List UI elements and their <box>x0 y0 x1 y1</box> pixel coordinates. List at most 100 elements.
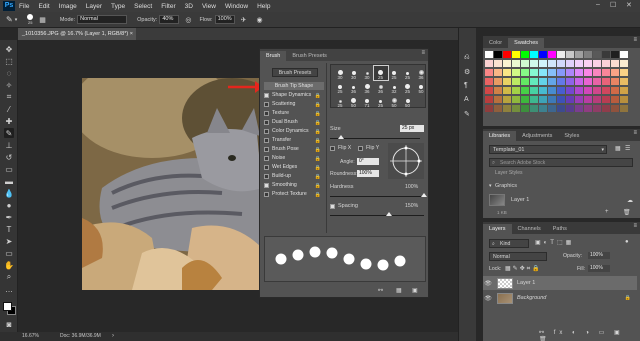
history-brush-tool-icon[interactable]: ↺ <box>4 152 14 162</box>
color-swatch[interactable] <box>521 69 529 76</box>
color-swatch[interactable] <box>512 60 520 67</box>
color-swatch[interactable] <box>575 87 583 94</box>
color-swatch[interactable] <box>539 69 547 76</box>
mode-select[interactable]: Normal <box>77 15 128 24</box>
color-swatch[interactable] <box>548 105 556 112</box>
brush-tip-grid[interactable]: 30 30 30 25 25 25 36 25 36 36 36 32 25 50 25 50 71 25 50 50 <box>330 64 426 108</box>
color-swatch[interactable] <box>602 60 610 67</box>
color-swatch[interactable] <box>494 96 502 103</box>
paragraph-icon[interactable]: ¶ <box>464 82 468 89</box>
menu-type[interactable]: Type <box>111 3 125 10</box>
color-swatch[interactable] <box>530 78 538 85</box>
wet-edges-checkbox[interactable] <box>264 164 269 170</box>
color-swatch[interactable] <box>530 60 538 67</box>
brush-tip-thumbnail[interactable]: 36 <box>347 80 361 94</box>
protect-texture-checkbox[interactable] <box>264 191 269 197</box>
color-swatch[interactable] <box>530 51 538 58</box>
color-swatch[interactable] <box>620 105 628 112</box>
color-swatch[interactable] <box>593 60 601 67</box>
color-swatch[interactable] <box>611 60 619 67</box>
color-swatch[interactable] <box>620 69 628 76</box>
gradient-tool-icon[interactable]: ▬ <box>4 176 14 186</box>
color-swatch[interactable] <box>539 87 547 94</box>
color-swatch[interactable] <box>485 69 493 76</box>
brush-tip-thumbnail[interactable]: 25 <box>333 80 347 94</box>
color-swatch[interactable] <box>584 78 592 85</box>
blend-mode-select[interactable]: Normal <box>489 252 547 261</box>
option-shape-dynamics[interactable]: Shape Dynamics 🔒 <box>264 91 322 99</box>
brush-tip-thumbnail[interactable]: 25 <box>401 80 415 94</box>
lock-icon[interactable]: 🔒 <box>315 146 321 154</box>
brush-tool-icon[interactable]: ✎ <box>6 15 13 24</box>
option-protect-texture[interactable]: Protect Texture 🔒 <box>264 190 322 198</box>
color-swatch[interactable] <box>593 96 601 103</box>
brush-tip-thumbnail[interactable]: 30 <box>360 66 374 80</box>
option-transfer[interactable]: Transfer 🔒 <box>264 136 322 144</box>
grid-icon[interactable]: ▦ <box>396 287 402 294</box>
rectangle-tool-icon[interactable]: ▭ <box>4 248 14 258</box>
color-swatch[interactable] <box>584 87 592 94</box>
spacing-slider-track[interactable] <box>330 215 424 216</box>
color-swatch[interactable] <box>620 78 628 85</box>
color-swatch[interactable] <box>503 60 511 67</box>
add-content-icon[interactable]: + <box>605 209 609 215</box>
color-swatch[interactable] <box>521 60 529 67</box>
character-icon[interactable]: A <box>464 96 469 103</box>
list-view-icon[interactable]: ☰ <box>625 145 630 152</box>
color-swatch[interactable] <box>512 69 520 76</box>
build-up-checkbox[interactable] <box>264 173 269 179</box>
spacing-checkbox[interactable] <box>330 204 335 209</box>
color-swatch[interactable] <box>557 87 565 94</box>
fill-field[interactable]: 100% <box>588 265 610 272</box>
close-icon[interactable]: ✕ <box>626 1 632 9</box>
panel-menu-icon[interactable]: ≡ <box>421 50 425 56</box>
brush-tip-thumbnail[interactable]: 25 <box>374 94 388 108</box>
color-swatch[interactable] <box>593 51 601 58</box>
airbrush-icon[interactable]: ✈ <box>241 16 247 24</box>
option-texture[interactable]: Texture 🔒 <box>264 109 322 117</box>
tab-channels[interactable]: Channels <box>512 224 547 234</box>
color-swatch[interactable] <box>566 51 574 58</box>
menu-help[interactable]: Help <box>257 3 270 10</box>
lock-icon[interactable]: 🔒 <box>315 119 321 127</box>
color-swatch[interactable] <box>566 105 574 112</box>
color-swatch[interactable] <box>620 60 628 67</box>
menu-view[interactable]: View <box>202 3 216 10</box>
color-swatch[interactable] <box>539 96 547 103</box>
color-swatch[interactable] <box>566 60 574 67</box>
tab-styles[interactable]: Styles <box>558 131 585 141</box>
panel-menu-icon[interactable]: ≡ <box>633 223 637 229</box>
color-swatch[interactable] <box>485 105 493 112</box>
pressure-size-icon[interactable]: ◉ <box>256 16 262 24</box>
more-tools-icon[interactable]: … <box>4 284 14 294</box>
color-swatch[interactable] <box>494 60 502 67</box>
color-swatch[interactable] <box>620 51 628 58</box>
color-swatch[interactable] <box>503 69 511 76</box>
brush-tip-thumbnail[interactable]: 30 <box>333 66 347 80</box>
lasso-tool-icon[interactable]: ◌ <box>4 68 14 78</box>
zoom-level[interactable]: 16.67% <box>22 332 39 341</box>
color-dynamics-checkbox[interactable] <box>264 128 269 134</box>
zoom-tool-icon[interactable]: ⌕ <box>4 272 14 282</box>
color-swatch[interactable] <box>539 78 547 85</box>
color-swatch[interactable] <box>593 69 601 76</box>
color-swatch[interactable] <box>566 96 574 103</box>
color-swatch[interactable] <box>548 69 556 76</box>
brush-tip-thumbnail[interactable]: 36 <box>414 66 428 80</box>
color-swatch[interactable] <box>530 105 538 112</box>
menu-image[interactable]: Image <box>59 3 77 10</box>
tab-layers[interactable]: Layers <box>483 224 512 234</box>
clone-stamp-tool-icon[interactable]: ⊥ <box>4 140 14 150</box>
color-swatch[interactable] <box>494 51 502 58</box>
chevron-down-icon[interactable]: ▾ <box>489 183 492 189</box>
brush-tip-thumbnail[interactable]: 71 <box>360 94 374 108</box>
lock-icon[interactable]: 🔒 <box>315 92 321 100</box>
color-swatch[interactable] <box>593 87 601 94</box>
color-swatch[interactable] <box>557 51 565 58</box>
tab-swatches[interactable]: Swatches <box>508 38 545 48</box>
tab-libraries[interactable]: Libraries <box>483 131 517 141</box>
layer-row[interactable]: 👁 Background 🔒 <box>483 291 637 305</box>
filter-toggle-icon[interactable]: ● <box>625 239 629 245</box>
color-swatch[interactable] <box>494 87 502 94</box>
color-swatch[interactable] <box>602 87 610 94</box>
